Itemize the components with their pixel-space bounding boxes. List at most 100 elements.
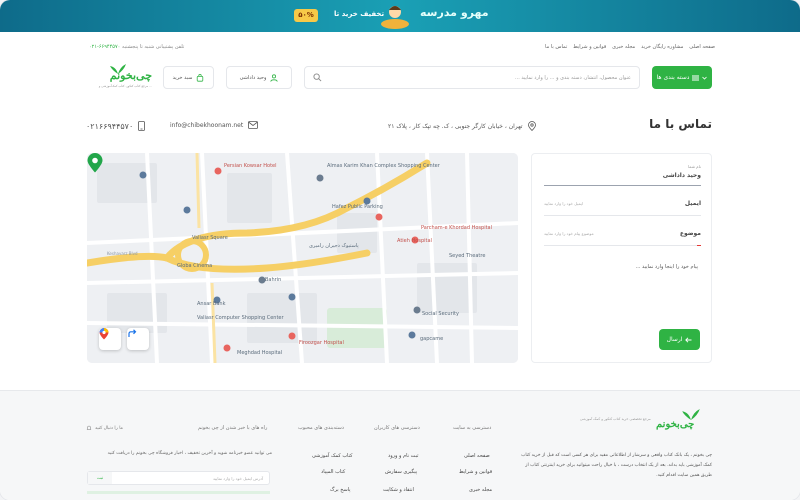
footer-tagline: مرجع تخصصی خرید کتاب کنکور و کمک آموزشی <box>580 417 651 421</box>
map-label: Ansar Bank <box>197 301 226 307</box>
map-label: Valiasr Square <box>192 235 228 241</box>
subject-field[interactable]: موضوع موضوع پیام خود را وارد نمایید <box>544 224 701 246</box>
address-info: تهران ، خیابان کارگر جنوبی ، ک. چه تپک ک… <box>388 121 536 131</box>
send-label: ارسال <box>666 336 683 343</box>
map-label: Globa Cinema <box>177 263 213 269</box>
user-icon <box>270 73 279 82</box>
address-text: تهران ، خیابان کارگر جنوبی ، ک. چه تپک ک… <box>388 122 523 130</box>
subject-placeholder: موضوع پیام خود را وارد نمایید <box>544 231 594 236</box>
email-text[interactable]: info@chibekhoonam.net <box>170 122 243 129</box>
newsletter-text: می توانید عضو خبرنامه شوید و آخرین تخفیف… <box>107 451 272 456</box>
google-maps-button[interactable] <box>99 328 121 350</box>
user-account-button[interactable]: وحید داداشی <box>226 66 292 89</box>
map-label: Valiasr Computer Shopping Center <box>197 315 284 321</box>
newsletter-placeholder: آدرس ایمیل خود را وارد نمایید <box>212 476 263 481</box>
top-link-home[interactable]: صفحه اصلی <box>689 44 715 50</box>
cart-icon <box>197 73 204 82</box>
page-title: تماس با ما <box>649 117 712 131</box>
map-label: پاستیوک دجیران رامیری <box>309 243 359 249</box>
message-textarea[interactable]: پیام خود را اینجا وارد نمایید ... <box>636 264 698 270</box>
search-placeholder: عنوان محصول، انتشار، دسته بندی و ... را … <box>515 75 631 81</box>
map-road-label: Keshavarz Blvd <box>107 251 138 256</box>
contact-form: نام شما وحید داداشی ایمیل ایمیل خود را و… <box>531 153 712 363</box>
banner-text: تخفیف خرید تا <box>334 10 385 18</box>
map-label: Seyed Theatre <box>449 253 486 259</box>
newsletter-email-input[interactable]: آدرس ایمیل خود را وارد نمایید ثبت <box>87 471 270 485</box>
top-link-contact[interactable]: تماس با ما <box>545 44 567 50</box>
email-info: info@chibekhoonam.net <box>170 121 259 129</box>
email-placeholder: ایمیل خود را وارد نمایید <box>544 201 584 206</box>
email-label: ایمیل <box>684 200 701 207</box>
map-pin-icon[interactable] <box>87 153 103 173</box>
directions-button[interactable] <box>127 328 149 350</box>
footer-link[interactable]: پاسخ برگ <box>330 487 351 493</box>
banner-brand: مهرو مدرسه <box>420 6 489 19</box>
footer-link[interactable]: انتقاد و شکایت <box>383 487 414 493</box>
name-label: نام شما <box>688 164 701 169</box>
mail-icon <box>248 121 259 129</box>
search-input[interactable]: عنوان محصول، انتشار، دسته بندی و ... را … <box>304 66 640 89</box>
send-button[interactable]: ارسال <box>659 329 700 350</box>
footer-col-title: دسترسی های کاربران <box>374 425 420 431</box>
newsletter-submit-button[interactable]: ثبت <box>88 472 112 484</box>
categories-label: دسته بندی ها <box>656 74 690 81</box>
character-illustration <box>381 6 409 29</box>
subject-label: موضوع <box>679 230 701 237</box>
phone-text[interactable]: ۰۲۱۶۶۹۴۴۵۷۰ <box>86 122 133 131</box>
page: مهرو مدرسه تخفیف خرید تا ۵۰% صفحه اصلی م… <box>0 0 800 500</box>
map-label: Hafez Public Parking <box>332 204 383 210</box>
top-nav: صفحه اصلی مشاوره رایگان خرید مجله خبری ق… <box>545 44 715 50</box>
chevron-down-icon <box>702 76 708 80</box>
menu-icon <box>692 75 700 80</box>
location-map[interactable]: Persian Kowsar Hotel Almas Karim Khan Co… <box>87 153 518 363</box>
discount-badge: ۵۰% <box>294 9 318 22</box>
social-section: ما را دنبال کنید <box>86 425 123 431</box>
bell-icon <box>86 425 92 430</box>
social-label: ما را دنبال کنید <box>95 425 123 431</box>
footer-link[interactable]: کتاب کمک آموزشی <box>312 453 352 459</box>
footer-link[interactable]: مجله خبری <box>469 487 492 493</box>
map-label: Parcham-e Khordad Hospital <box>421 225 492 231</box>
phone-icon <box>138 121 146 131</box>
search-icon[interactable] <box>313 73 322 82</box>
directions-icon <box>128 329 137 337</box>
footer-link[interactable]: پیگیری سفارش <box>385 469 417 475</box>
footer-logo-text[interactable]: چی‌بخونم <box>656 419 694 430</box>
top-link-blog[interactable]: مجله خبری <box>612 44 635 50</box>
cart-button[interactable]: سبد خرید <box>163 66 214 89</box>
promo-banner[interactable]: مهرو مدرسه تخفیف خرید تا ۵۰% <box>0 0 800 32</box>
footer-link[interactable]: صفحه اصلی <box>464 453 490 459</box>
cart-label: سبد خرید <box>172 74 193 81</box>
footer-link[interactable]: کتاب المپیاد <box>321 469 345 475</box>
map-label: Meghdad Hospital <box>237 350 283 356</box>
newsletter-divider <box>87 491 270 494</box>
map-label: Almas Karim Khan Complex Shopping Center <box>327 163 440 169</box>
map-label: Firoozgar Hospital <box>299 340 344 346</box>
logo-tagline: مرجع کتاب کنکور، کتاب کمک‌آموزشی و ... <box>98 84 152 88</box>
support-number[interactable]: ۰۲۱-۶۶۹۴۴۵۷۰ <box>89 44 120 50</box>
footer-link[interactable]: ثبت نام و ورود <box>388 453 418 459</box>
support-phone: ۰۲۱-۶۶۹۴۴۵۷۰ تلفن پشتیبانی شنبه تا پنجشن… <box>87 44 184 50</box>
footer-col-title: دسته‌بندی های محبوب <box>298 425 345 431</box>
footer-link[interactable]: قوانین و شرایط <box>459 469 492 475</box>
user-name: وحید داداشی <box>239 74 267 81</box>
location-icon <box>527 121 536 131</box>
map-label: Social Security <box>422 311 459 317</box>
arrow-left-icon <box>685 336 692 343</box>
newsletter-title: راه های با خبر شدن از چی بخونم <box>198 425 268 431</box>
top-link-terms[interactable]: قوانین و شرایط <box>573 44 606 50</box>
google-maps-icon <box>99 328 109 340</box>
site-footer: چی‌بخونم مرجع تخصصی خرید کتاب کنکور و کم… <box>0 390 800 500</box>
logo-text: چی‌بخونم <box>109 69 152 82</box>
support-label: تلفن پشتیبانی شنبه تا پنجشنبه <box>121 44 185 50</box>
map-label: gapcame <box>420 336 444 342</box>
site-logo[interactable]: چی‌بخونم مرجع کتاب کنکور، کتاب کمک‌آموزش… <box>88 64 152 90</box>
name-value: وحید داداشی <box>662 172 701 179</box>
email-field[interactable]: ایمیل ایمیل خود را وارد نمایید <box>544 194 701 216</box>
name-field[interactable]: نام شما وحید داداشی <box>544 162 701 186</box>
categories-button[interactable]: دسته بندی ها <box>652 66 712 89</box>
map-label: Bahrin <box>265 277 282 283</box>
map-label: Persian Kowsar Hotel <box>224 163 277 169</box>
top-link-consult[interactable]: مشاوره رایگان خرید <box>641 44 683 50</box>
footer-col-title: دسترسی به سایت <box>453 425 492 431</box>
